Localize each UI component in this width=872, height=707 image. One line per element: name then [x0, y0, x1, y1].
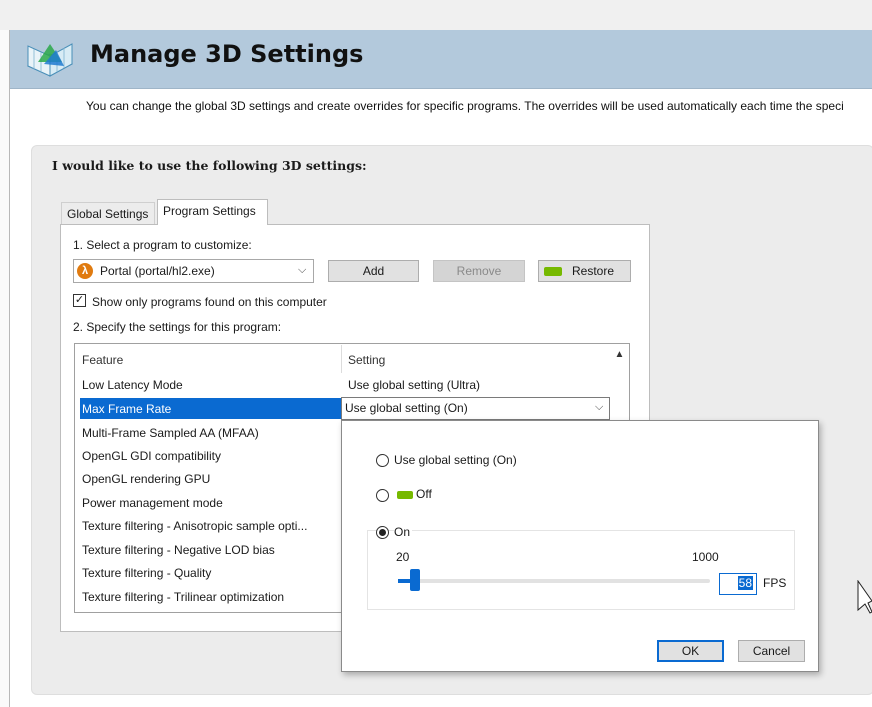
nvidia-green-icon — [397, 491, 413, 499]
max-frame-rate-popup: Use global setting (On) Off On 20 1000 5… — [341, 420, 819, 672]
page-description: You can change the global 3D settings an… — [86, 99, 844, 113]
program-dropdown[interactable]: λ Portal (portal/hl2.exe) ⌵ — [73, 259, 314, 283]
table-row-feature[interactable]: Power management mode — [82, 496, 223, 510]
half-life-lambda-icon: λ — [77, 263, 93, 279]
cancel-button[interactable]: Cancel — [738, 640, 805, 662]
nvidia-green-icon — [544, 267, 562, 276]
specify-settings-label: 2. Specify the settings for this program… — [73, 320, 282, 334]
table-row-setting[interactable]: Use global setting (Ultra) — [348, 378, 480, 392]
table-row-feature[interactable]: OpenGL GDI compatibility — [82, 449, 221, 463]
3d-settings-icon — [24, 36, 76, 82]
radio-use-global-label[interactable]: Use global setting (On) — [394, 453, 517, 467]
table-row-feature[interactable]: Multi-Frame Sampled AA (MFAA) — [82, 426, 259, 440]
fps-input-value: 58 — [737, 576, 753, 590]
table-row-feature[interactable]: Texture filtering - Trilinear optimizati… — [82, 590, 284, 604]
column-header-setting[interactable]: Setting — [348, 353, 385, 367]
table-row-feature[interactable]: OpenGL rendering GPU — [82, 472, 210, 486]
setting-value-text: Use global setting (On) — [345, 401, 468, 415]
left-navigation-pane — [0, 30, 10, 707]
tab-global-settings[interactable]: Global Settings — [61, 202, 155, 224]
ok-button[interactable]: OK — [657, 640, 724, 662]
group-heading: I would like to use the following 3D set… — [52, 158, 367, 173]
restore-button[interactable]: Restore — [538, 260, 631, 282]
scroll-up-icon[interactable]: ▲ — [611, 345, 628, 365]
radio-off-label[interactable]: Off — [416, 487, 432, 501]
column-header-feature[interactable]: Feature — [82, 353, 123, 367]
fps-input[interactable]: 58 — [719, 573, 757, 595]
remove-button[interactable]: Remove — [433, 260, 525, 282]
fps-unit-label: FPS — [763, 576, 787, 590]
table-row-feature[interactable]: Texture filtering - Anisotropic sample o… — [82, 519, 307, 533]
tab-program-settings[interactable]: Program Settings — [157, 199, 268, 225]
table-row-feature[interactable]: Texture filtering - Quality — [82, 566, 211, 580]
slider-max-label: 1000 — [692, 550, 719, 564]
column-divider — [341, 345, 342, 373]
radio-on[interactable] — [376, 526, 389, 539]
frame-rate-slider[interactable] — [398, 579, 710, 583]
page-title: Manage 3D Settings — [90, 40, 364, 68]
chevron-down-icon: ⌵ — [298, 264, 307, 276]
chevron-down-icon: ⌵ — [595, 401, 604, 413]
table-row-feature[interactable]: Low Latency Mode — [82, 378, 183, 392]
radio-off[interactable] — [376, 489, 389, 502]
program-dropdown-value: Portal (portal/hl2.exe) — [100, 264, 215, 278]
show-only-checkbox[interactable]: ✓ — [73, 294, 86, 307]
mouse-pointer-icon — [857, 579, 872, 617]
restore-button-label: Restore — [572, 264, 615, 278]
show-only-label: Show only programs found on this compute… — [92, 295, 327, 309]
setting-value-dropdown[interactable]: Use global setting (On) ⌵ — [341, 397, 610, 420]
window-top-strip — [0, 0, 872, 31]
select-program-label: 1. Select a program to customize: — [73, 238, 252, 252]
slider-thumb[interactable] — [410, 569, 420, 591]
add-button[interactable]: Add — [328, 260, 419, 282]
table-row-feature[interactable]: Texture filtering - Negative LOD bias — [82, 543, 275, 557]
slider-min-label: 20 — [396, 550, 410, 564]
table-row-feature-selected[interactable]: Max Frame Rate — [82, 402, 171, 416]
radio-use-global[interactable] — [376, 454, 389, 467]
on-settings-box — [367, 530, 795, 610]
radio-on-label[interactable]: On — [394, 525, 413, 539]
